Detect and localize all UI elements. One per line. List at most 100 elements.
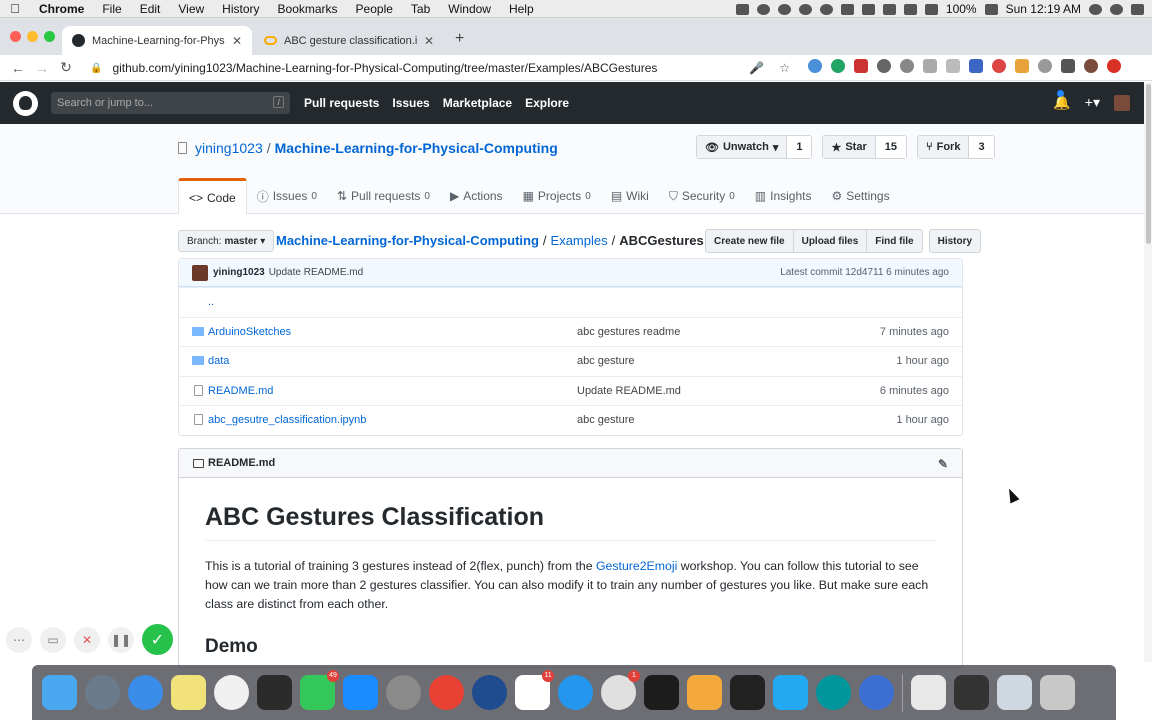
- document-preview-icon[interactable]: [911, 675, 946, 710]
- spotlight-search-icon[interactable]: [1089, 3, 1102, 15]
- address-bar[interactable]: 🔒 github.com/yining1023/Machine-Learning…: [90, 57, 800, 79]
- window-preview-icon[interactable]: [997, 675, 1032, 710]
- bluetooth-icon[interactable]: [882, 3, 896, 15]
- close-tab-icon[interactable]: ✕: [424, 34, 434, 48]
- camera-toggle-icon[interactable]: ▭: [40, 626, 66, 653]
- siri-icon[interactable]: [1110, 3, 1123, 15]
- terminal-green-icon[interactable]: [257, 675, 292, 710]
- github-logo-icon[interactable]: [13, 91, 38, 116]
- table-row[interactable]: README.md Update README.md 6 minutes ago: [179, 375, 962, 406]
- menu-list-icon[interactable]: [1061, 59, 1075, 73]
- menu-tab[interactable]: Tab: [402, 2, 439, 16]
- parent-directory-link[interactable]: ..: [208, 296, 214, 308]
- nav-explore[interactable]: Explore: [525, 96, 569, 110]
- lock-icon[interactable]: 🔒: [90, 63, 102, 74]
- cancel-recording-icon[interactable]: ✕: [74, 626, 100, 653]
- record-icon[interactable]: [756, 3, 770, 15]
- file-commit-message[interactable]: abc gesture: [577, 355, 634, 367]
- docker-icon[interactable]: [558, 675, 593, 710]
- grammarly-icon[interactable]: [831, 59, 845, 73]
- vscode-icon[interactable]: [773, 675, 808, 710]
- finder-icon[interactable]: [42, 675, 77, 710]
- microphone-icon[interactable]: [735, 3, 749, 15]
- menu-app-chrome[interactable]: Chrome: [30, 2, 93, 16]
- commit-message[interactable]: Update README.md: [269, 267, 363, 278]
- unwatch-button[interactable]: 👁 Unwatch ▾: [697, 136, 788, 158]
- nav-pull-requests[interactable]: Pull requests: [304, 96, 379, 110]
- tab-security[interactable]: ⛉ Security 0: [659, 178, 745, 214]
- activity-monitor-icon[interactable]: [730, 675, 765, 710]
- tab-colab[interactable]: ABC gesture classification.ipynb ✕: [254, 26, 444, 55]
- battery-icon[interactable]: [984, 3, 998, 15]
- tab-settings[interactable]: ⚙ Settings: [821, 178, 899, 214]
- notion-icon[interactable]: 11: [515, 670, 554, 710]
- notifications-bell-icon[interactable]: 🔔: [1053, 90, 1071, 111]
- apple-icon[interactable]: : [0, 1, 30, 16]
- chrome-icon[interactable]: [429, 675, 464, 710]
- tab-projects[interactable]: ▦ Projects 0: [513, 178, 601, 214]
- slack-icon[interactable]: 1: [601, 670, 640, 710]
- file-commit-message[interactable]: abc gestures readme: [577, 326, 680, 338]
- menu-help[interactable]: Help: [500, 2, 543, 16]
- create-new-plus-icon[interactable]: +▾: [1085, 94, 1100, 111]
- tab-actions[interactable]: ▶ Actions: [440, 178, 513, 214]
- page-scrollbar[interactable]: [1144, 82, 1152, 662]
- user-avatar[interactable]: [1114, 94, 1130, 111]
- gesture2emoji-link[interactable]: Gesture2Emoji: [596, 559, 677, 573]
- upload-files-button[interactable]: Upload files: [792, 229, 868, 253]
- menu-history[interactable]: History: [213, 2, 268, 16]
- file-name-link[interactable]: abc_gesutre_classification.ipynb: [208, 414, 366, 426]
- nav-issues[interactable]: Issues: [392, 96, 429, 110]
- notes-icon[interactable]: [171, 675, 206, 710]
- extension-icon[interactable]: [923, 59, 937, 73]
- launchpad-icon[interactable]: [85, 675, 120, 710]
- finish-recording-check-icon[interactable]: ✓: [142, 624, 173, 655]
- menu-file[interactable]: File: [93, 2, 130, 16]
- fork-button[interactable]: ⑂ Fork: [918, 136, 970, 158]
- star-count[interactable]: 15: [875, 136, 906, 158]
- file-commit-message[interactable]: Update README.md: [577, 385, 681, 397]
- tab-github[interactable]: Machine-Learning-for-Physical- ✕: [62, 26, 252, 55]
- breadcrumb-repo-link[interactable]: Machine-Learning-for-Physical-Computing: [276, 233, 539, 248]
- table-row[interactable]: ..: [179, 287, 962, 317]
- pause-recording-icon[interactable]: ❚❚: [108, 626, 134, 653]
- screen-icon[interactable]: [840, 3, 854, 15]
- file-name-link[interactable]: README.md: [208, 385, 273, 397]
- tab-wiki[interactable]: ▤ Wiki: [601, 178, 659, 214]
- terminal-icon[interactable]: [644, 675, 679, 710]
- table-row[interactable]: data abc gesture 1 hour ago: [179, 346, 962, 376]
- scrollbar-thumb[interactable]: [1146, 84, 1151, 244]
- extension-icon[interactable]: [1038, 59, 1052, 73]
- extension-icon[interactable]: [854, 59, 868, 73]
- mango-app-icon[interactable]: [687, 675, 722, 710]
- extension-icon[interactable]: [969, 59, 983, 73]
- facetime-icon[interactable]: 49: [300, 670, 339, 710]
- us-flag-icon[interactable]: [861, 3, 875, 15]
- tab-issues[interactable]: ⓘ Issues 0: [247, 178, 327, 214]
- history-button[interactable]: History: [928, 229, 982, 253]
- safari-icon[interactable]: [128, 675, 163, 710]
- branch-selector[interactable]: Branch: master ▾: [178, 230, 275, 252]
- file-commit-message[interactable]: abc gesture: [577, 414, 634, 426]
- new-tab-icon[interactable]: +: [455, 30, 464, 48]
- arduino-icon[interactable]: [816, 675, 851, 710]
- close-tab-icon[interactable]: ✕: [232, 34, 242, 48]
- back-arrow-icon[interactable]: ←: [6, 60, 30, 76]
- more-options-icon[interactable]: ⋯: [6, 626, 32, 653]
- create-new-file-button[interactable]: Create new file: [705, 229, 794, 253]
- menu-window[interactable]: Window: [439, 2, 500, 16]
- screenshot-preview-icon[interactable]: [954, 675, 989, 710]
- file-name-link[interactable]: ArduinoSketches: [208, 326, 291, 338]
- minimize-window-icon[interactable]: [27, 31, 38, 42]
- trash-icon[interactable]: [1040, 675, 1075, 710]
- reload-icon[interactable]: ↻: [54, 59, 78, 76]
- table-row[interactable]: ArduinoSketches abc gestures readme 7 mi…: [179, 316, 962, 347]
- latest-commit-info[interactable]: Latest commit 12d4711 6 minutes ago: [780, 267, 949, 278]
- photos-icon[interactable]: [214, 675, 249, 710]
- profile-avatar-icon[interactable]: [1084, 59, 1098, 73]
- pencil-icon[interactable]: ✎: [938, 457, 948, 471]
- microphone-icon[interactable]: 🎤: [749, 61, 764, 75]
- chrome-update-icon[interactable]: [1107, 59, 1121, 73]
- extension-icon[interactable]: [992, 59, 1006, 73]
- onepassword-status-icon[interactable]: [798, 3, 812, 15]
